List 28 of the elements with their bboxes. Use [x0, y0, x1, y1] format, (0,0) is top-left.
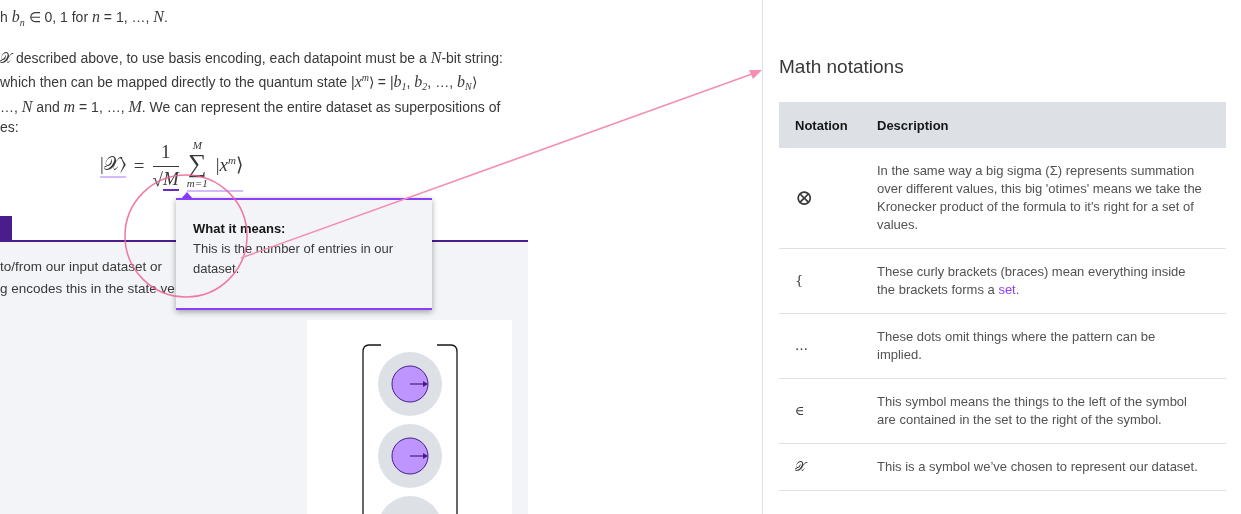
paragraph-line: 𝒳 described above, to use basis encoding, each datapoint must be a N-bit string:: [0, 47, 503, 68]
panel-text-line: g encodes this in the state ve: [0, 280, 175, 298]
description-cell: This symbol means the things to the left of the symbol are contained in the set to the right of the symbol.: [861, 378, 1226, 444]
description-cell: These dots omit things where the pattern can be implied.: [861, 313, 1226, 379]
notation-cell: ∈: [779, 378, 861, 444]
notation-cell: 𝒳: [779, 443, 861, 491]
notation-cell: {: [779, 248, 861, 314]
description-cell: This is a symbol we’ve chosen to represent our dataset.: [861, 443, 1226, 491]
math-operator: =: [133, 154, 145, 177]
description-cell: These curly brackets (braces) mean everything inside the brackets forms a set.: [861, 248, 1226, 314]
math-term[interactable]: M ∑ m=1 |x$^{m}$⟩: [186, 139, 243, 193]
paragraph-line: which then can be mapped directly to the quantum state |x$^{m}$⟩ = |b$_{1}$, b$_{2}$, …, b$_{N}$⟩: [0, 70, 477, 95]
tooltip-text: This is the number of entries in our dataset.: [193, 240, 395, 278]
panel-text-line: to/from our input dataset or: [0, 258, 163, 276]
column-header: Notation: [779, 102, 861, 148]
paragraph-line: …, N and m = 1, …, M. We can represent the entire dataset as superpositions of: [0, 97, 501, 118]
notation-cell: …: [779, 313, 861, 379]
paragraph-line: es:: [0, 118, 19, 138]
description-cell: In the same way a big sigma (Σ) represents summation over different values, this big 'otimes' means we take the Kronecker product of the formula to it's right for a set of values.: [861, 148, 1226, 249]
math-numerator: 1: [160, 140, 171, 164]
notation-cell: ⊗: [779, 148, 861, 249]
paragraph-line: h b$_{n}$ ∈ 0, 1 for n = 1, …, N.: [0, 7, 168, 30]
set-link[interactable]: set: [998, 282, 1016, 297]
math-term[interactable]: |𝒳⟩: [100, 153, 126, 179]
tab-marker[interactable]: [0, 216, 12, 240]
column-header: Description: [861, 102, 1226, 148]
sidebar-title: Math notations: [779, 55, 905, 79]
tooltip-title: What it means:: [193, 220, 287, 238]
